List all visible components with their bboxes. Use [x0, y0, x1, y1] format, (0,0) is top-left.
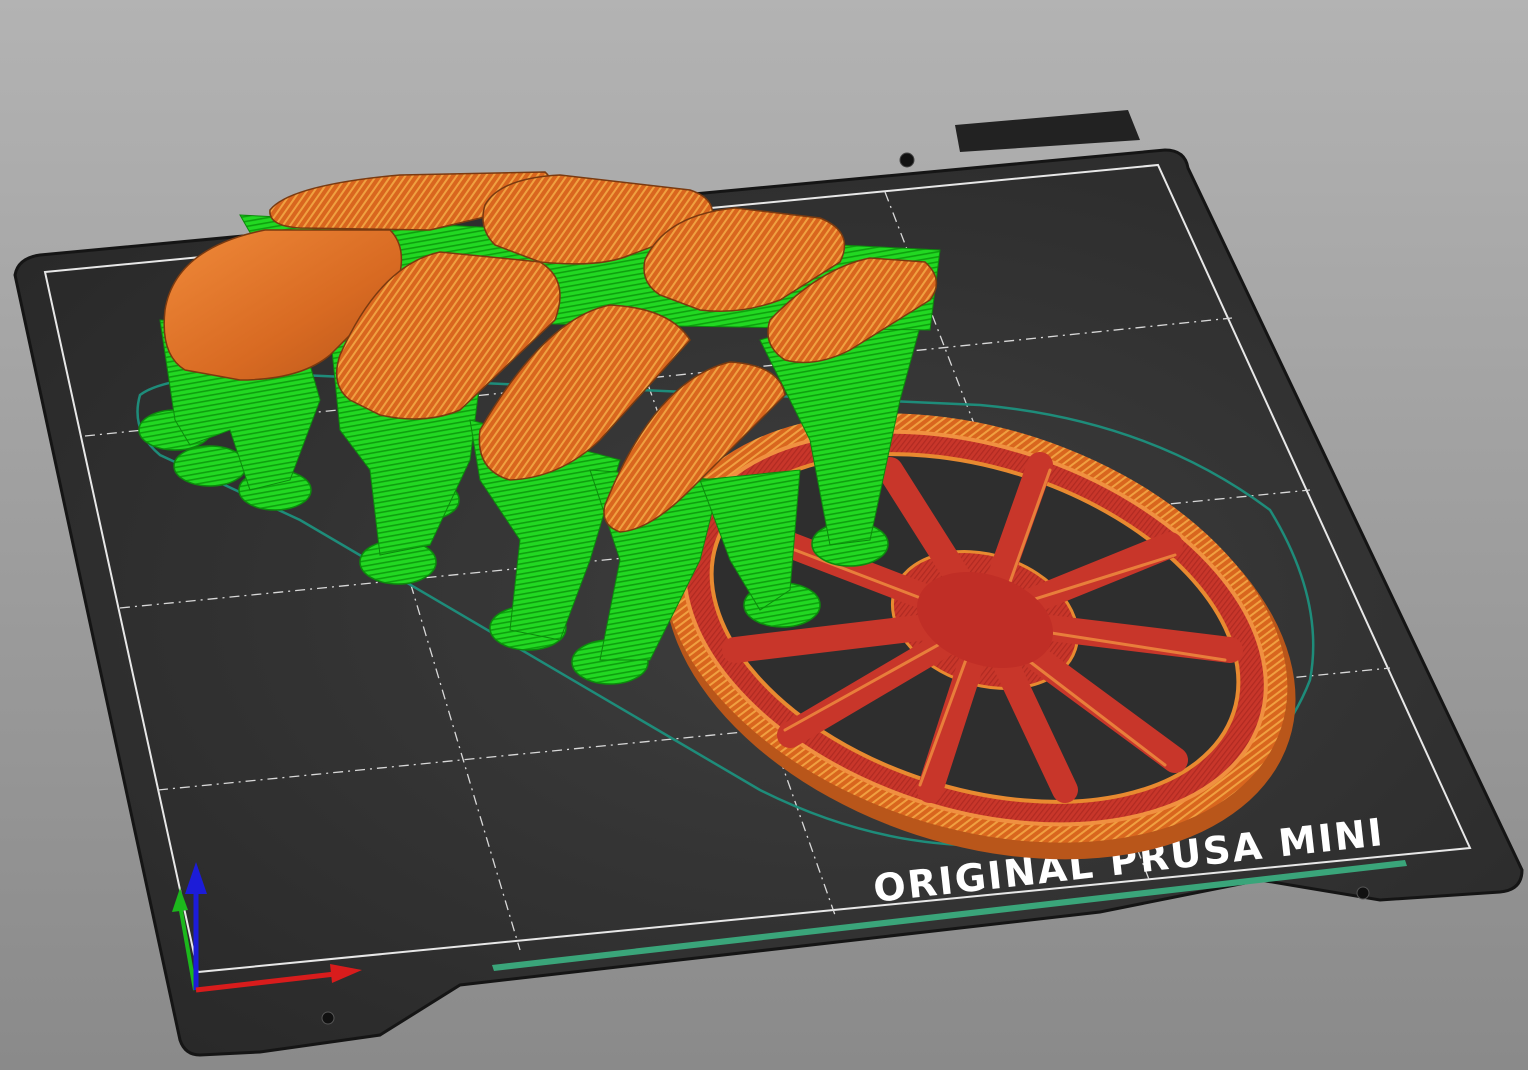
mount-hole [321, 1011, 335, 1025]
bed-tab [955, 110, 1140, 152]
mount-hole [899, 152, 915, 168]
3d-viewport[interactable]: ORIGINAL PRUSA MINI [0, 0, 1528, 1070]
mount-hole [1356, 886, 1370, 900]
